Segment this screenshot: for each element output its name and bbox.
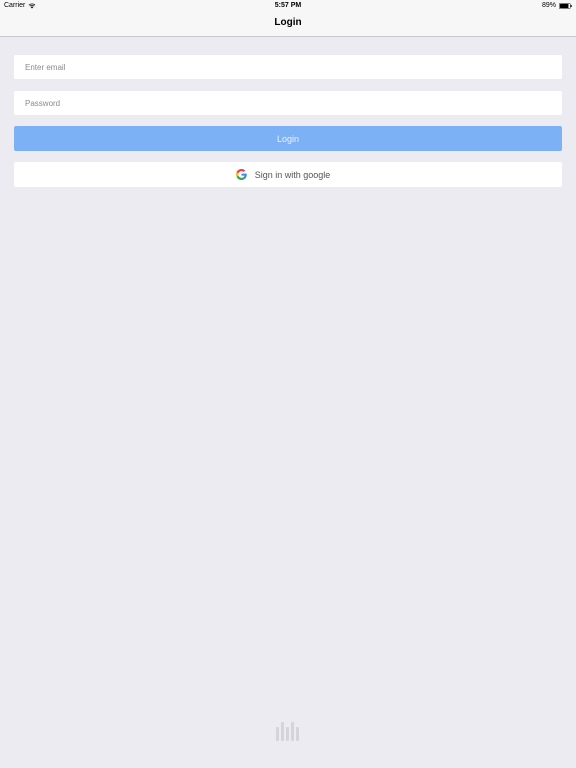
google-button-label: Sign in with google <box>254 169 331 180</box>
google-sign-in-button[interactable]: Sign in with google <box>14 162 562 187</box>
battery-icon <box>559 2 572 9</box>
status-bar: Carrier 5:57 PM 89% <box>0 0 576 12</box>
email-field[interactable] <box>14 55 562 79</box>
login-button[interactable]: Login <box>14 126 562 151</box>
password-field[interactable] <box>14 91 562 115</box>
password-input[interactable] <box>25 98 562 108</box>
email-input[interactable] <box>25 62 562 72</box>
brand-watermark <box>0 722 576 741</box>
page-title: Login <box>274 17 302 28</box>
google-icon <box>235 169 247 180</box>
navigation-bar: Login <box>0 12 576 37</box>
login-button-label: Login <box>276 133 300 144</box>
login-screen: Carrier 5:57 PM 89% Login Login <box>0 0 576 768</box>
battery-percent: 89% <box>541 2 556 9</box>
lili-logo-icon <box>276 722 299 741</box>
status-battery: 89% <box>542 2 572 9</box>
status-time: 5:57 PM <box>274 2 302 9</box>
